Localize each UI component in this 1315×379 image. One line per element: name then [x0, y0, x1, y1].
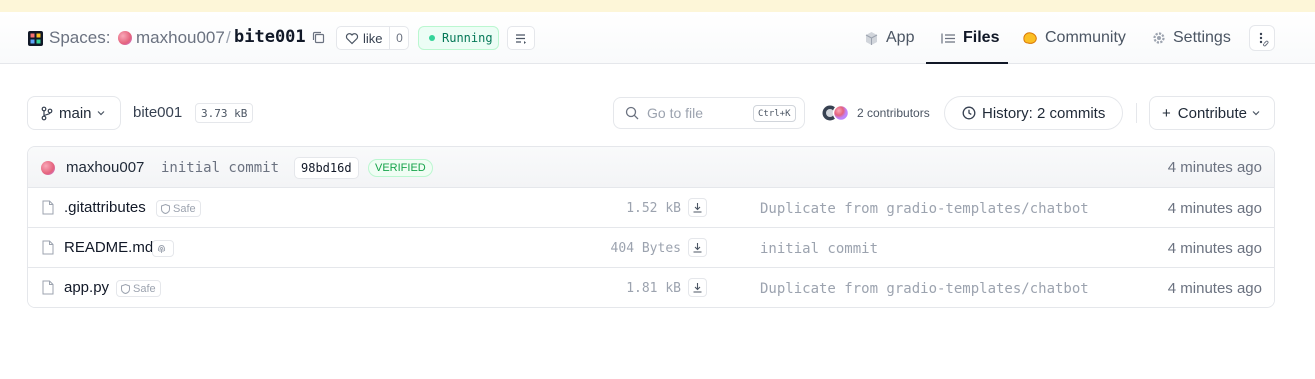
copy-icon[interactable]: [312, 31, 325, 44]
owner-link[interactable]: maxhou007: [136, 28, 225, 48]
file-size: 1.81 kB: [626, 281, 681, 296]
gear-icon: [1153, 32, 1165, 44]
repo-root-link[interactable]: bite001: [133, 104, 182, 121]
download-button[interactable]: [688, 238, 707, 257]
search-icon: [625, 106, 639, 120]
shield-icon: [121, 283, 130, 294]
contributors-avatars: [822, 104, 850, 122]
owner-avatar: [118, 31, 132, 45]
table-row: .gitattributes Safe 1.52 kB Duplicate fr…: [28, 188, 1274, 228]
tab-app[interactable]: App: [864, 12, 914, 64]
commit-time: 4 minutes ago: [1167, 159, 1262, 176]
commit-hash-link[interactable]: 98bd16d: [294, 157, 359, 179]
safe-label: Safe: [133, 282, 156, 295]
branch-label: main: [59, 104, 92, 122]
file-icon: [42, 240, 54, 255]
scan-status-badge[interactable]: [152, 240, 174, 257]
go-to-file-search[interactable]: Ctrl+K: [613, 97, 805, 129]
repo-size-badge: 3.73 kB: [195, 103, 254, 123]
top-banner-strip: [0, 0, 1315, 12]
safe-badge[interactable]: Safe: [116, 280, 161, 297]
chevron-down-icon: [97, 111, 104, 116]
keyboard-shortcut-hint: Ctrl+K: [753, 105, 796, 122]
table-row: README.md 404 Bytes initial commit 4 min…: [28, 228, 1274, 268]
file-name-link[interactable]: README.md: [64, 239, 153, 256]
cube-icon: [865, 31, 878, 45]
file-name-link[interactable]: .gitattributes: [64, 199, 146, 216]
fingerprint-icon: [157, 244, 166, 253]
shield-icon: [161, 203, 170, 214]
download-button[interactable]: [688, 278, 707, 297]
status-label: Running: [442, 31, 493, 45]
vertical-dots-icon: [1259, 32, 1269, 47]
tab-settings-label: Settings: [1173, 29, 1231, 46]
branch-selector[interactable]: main: [27, 96, 121, 130]
plus-icon: +: [1162, 104, 1171, 122]
file-commit-message[interactable]: Duplicate from gradio-templates/chatbot: [760, 201, 1089, 217]
file-commit-message[interactable]: initial commit: [760, 241, 878, 257]
tab-app-label: App: [886, 29, 915, 46]
contributors-link[interactable]: 2 contributors: [857, 106, 930, 120]
status-badge: Running: [418, 26, 499, 50]
file-commit-time: 4 minutes ago: [1167, 240, 1262, 257]
tab-settings[interactable]: Settings: [1152, 12, 1231, 64]
status-dot-icon: [429, 35, 435, 41]
commit-message-link[interactable]: initial commit: [161, 160, 279, 176]
safe-badge[interactable]: Safe: [156, 200, 201, 217]
file-icon: [42, 280, 54, 295]
contribute-button[interactable]: + Contribute: [1149, 96, 1275, 130]
contribute-label: Contribute: [1177, 104, 1247, 122]
list-icon: [515, 33, 526, 44]
path-separator: /: [226, 28, 231, 47]
spaces-logo-icon: [28, 31, 43, 46]
download-icon: [693, 243, 702, 253]
file-commit-message[interactable]: Duplicate from gradio-templates/chatbot: [760, 281, 1089, 297]
file-icon: [42, 200, 54, 215]
like-count: 0: [389, 27, 409, 49]
clock-icon: [962, 106, 976, 120]
commit-author-avatar: [41, 161, 55, 175]
history-button[interactable]: History: 2 commits: [944, 96, 1123, 130]
spaces-link[interactable]: Spaces:: [49, 28, 110, 48]
repo-title-link[interactable]: bite001: [234, 27, 306, 47]
tab-files[interactable]: Files: [941, 12, 999, 64]
like-label: like: [363, 30, 383, 46]
download-icon: [693, 203, 702, 213]
chevron-down-icon: [1252, 111, 1260, 116]
heart-icon: [345, 32, 359, 44]
community-icon: [1023, 32, 1037, 44]
git-branch-icon: [41, 106, 53, 120]
more-options-button[interactable]: [1249, 25, 1275, 51]
safe-label: Safe: [173, 202, 196, 215]
table-row: app.py Safe 1.81 kB Duplicate from gradi…: [28, 268, 1274, 307]
file-commit-time: 4 minutes ago: [1167, 280, 1262, 297]
like-button[interactable]: like 0: [336, 26, 409, 50]
last-commit-row: maxhou007 initial commit 98bd16d VERIFIE…: [28, 147, 1274, 188]
file-table: maxhou007 initial commit 98bd16d VERIFIE…: [27, 146, 1275, 308]
tab-community-label: Community: [1045, 29, 1126, 46]
go-to-file-input[interactable]: [647, 105, 747, 121]
file-commit-time: 4 minutes ago: [1167, 200, 1262, 217]
tab-community[interactable]: Community: [1022, 12, 1126, 64]
active-tab-indicator: [926, 62, 1008, 64]
toolbar-divider: [1136, 103, 1137, 123]
verified-badge: VERIFIED: [368, 159, 433, 177]
files-icon: [941, 33, 955, 43]
file-name-link[interactable]: app.py: [64, 279, 109, 296]
download-icon: [693, 283, 702, 293]
commit-author-link[interactable]: maxhou007: [66, 159, 144, 176]
logs-button[interactable]: [507, 26, 535, 50]
history-label: History: 2 commits: [982, 104, 1106, 122]
file-size: 404 Bytes: [610, 241, 681, 256]
download-button[interactable]: [688, 198, 707, 217]
file-size: 1.52 kB: [626, 201, 681, 216]
tab-files-label: Files: [963, 29, 1000, 46]
